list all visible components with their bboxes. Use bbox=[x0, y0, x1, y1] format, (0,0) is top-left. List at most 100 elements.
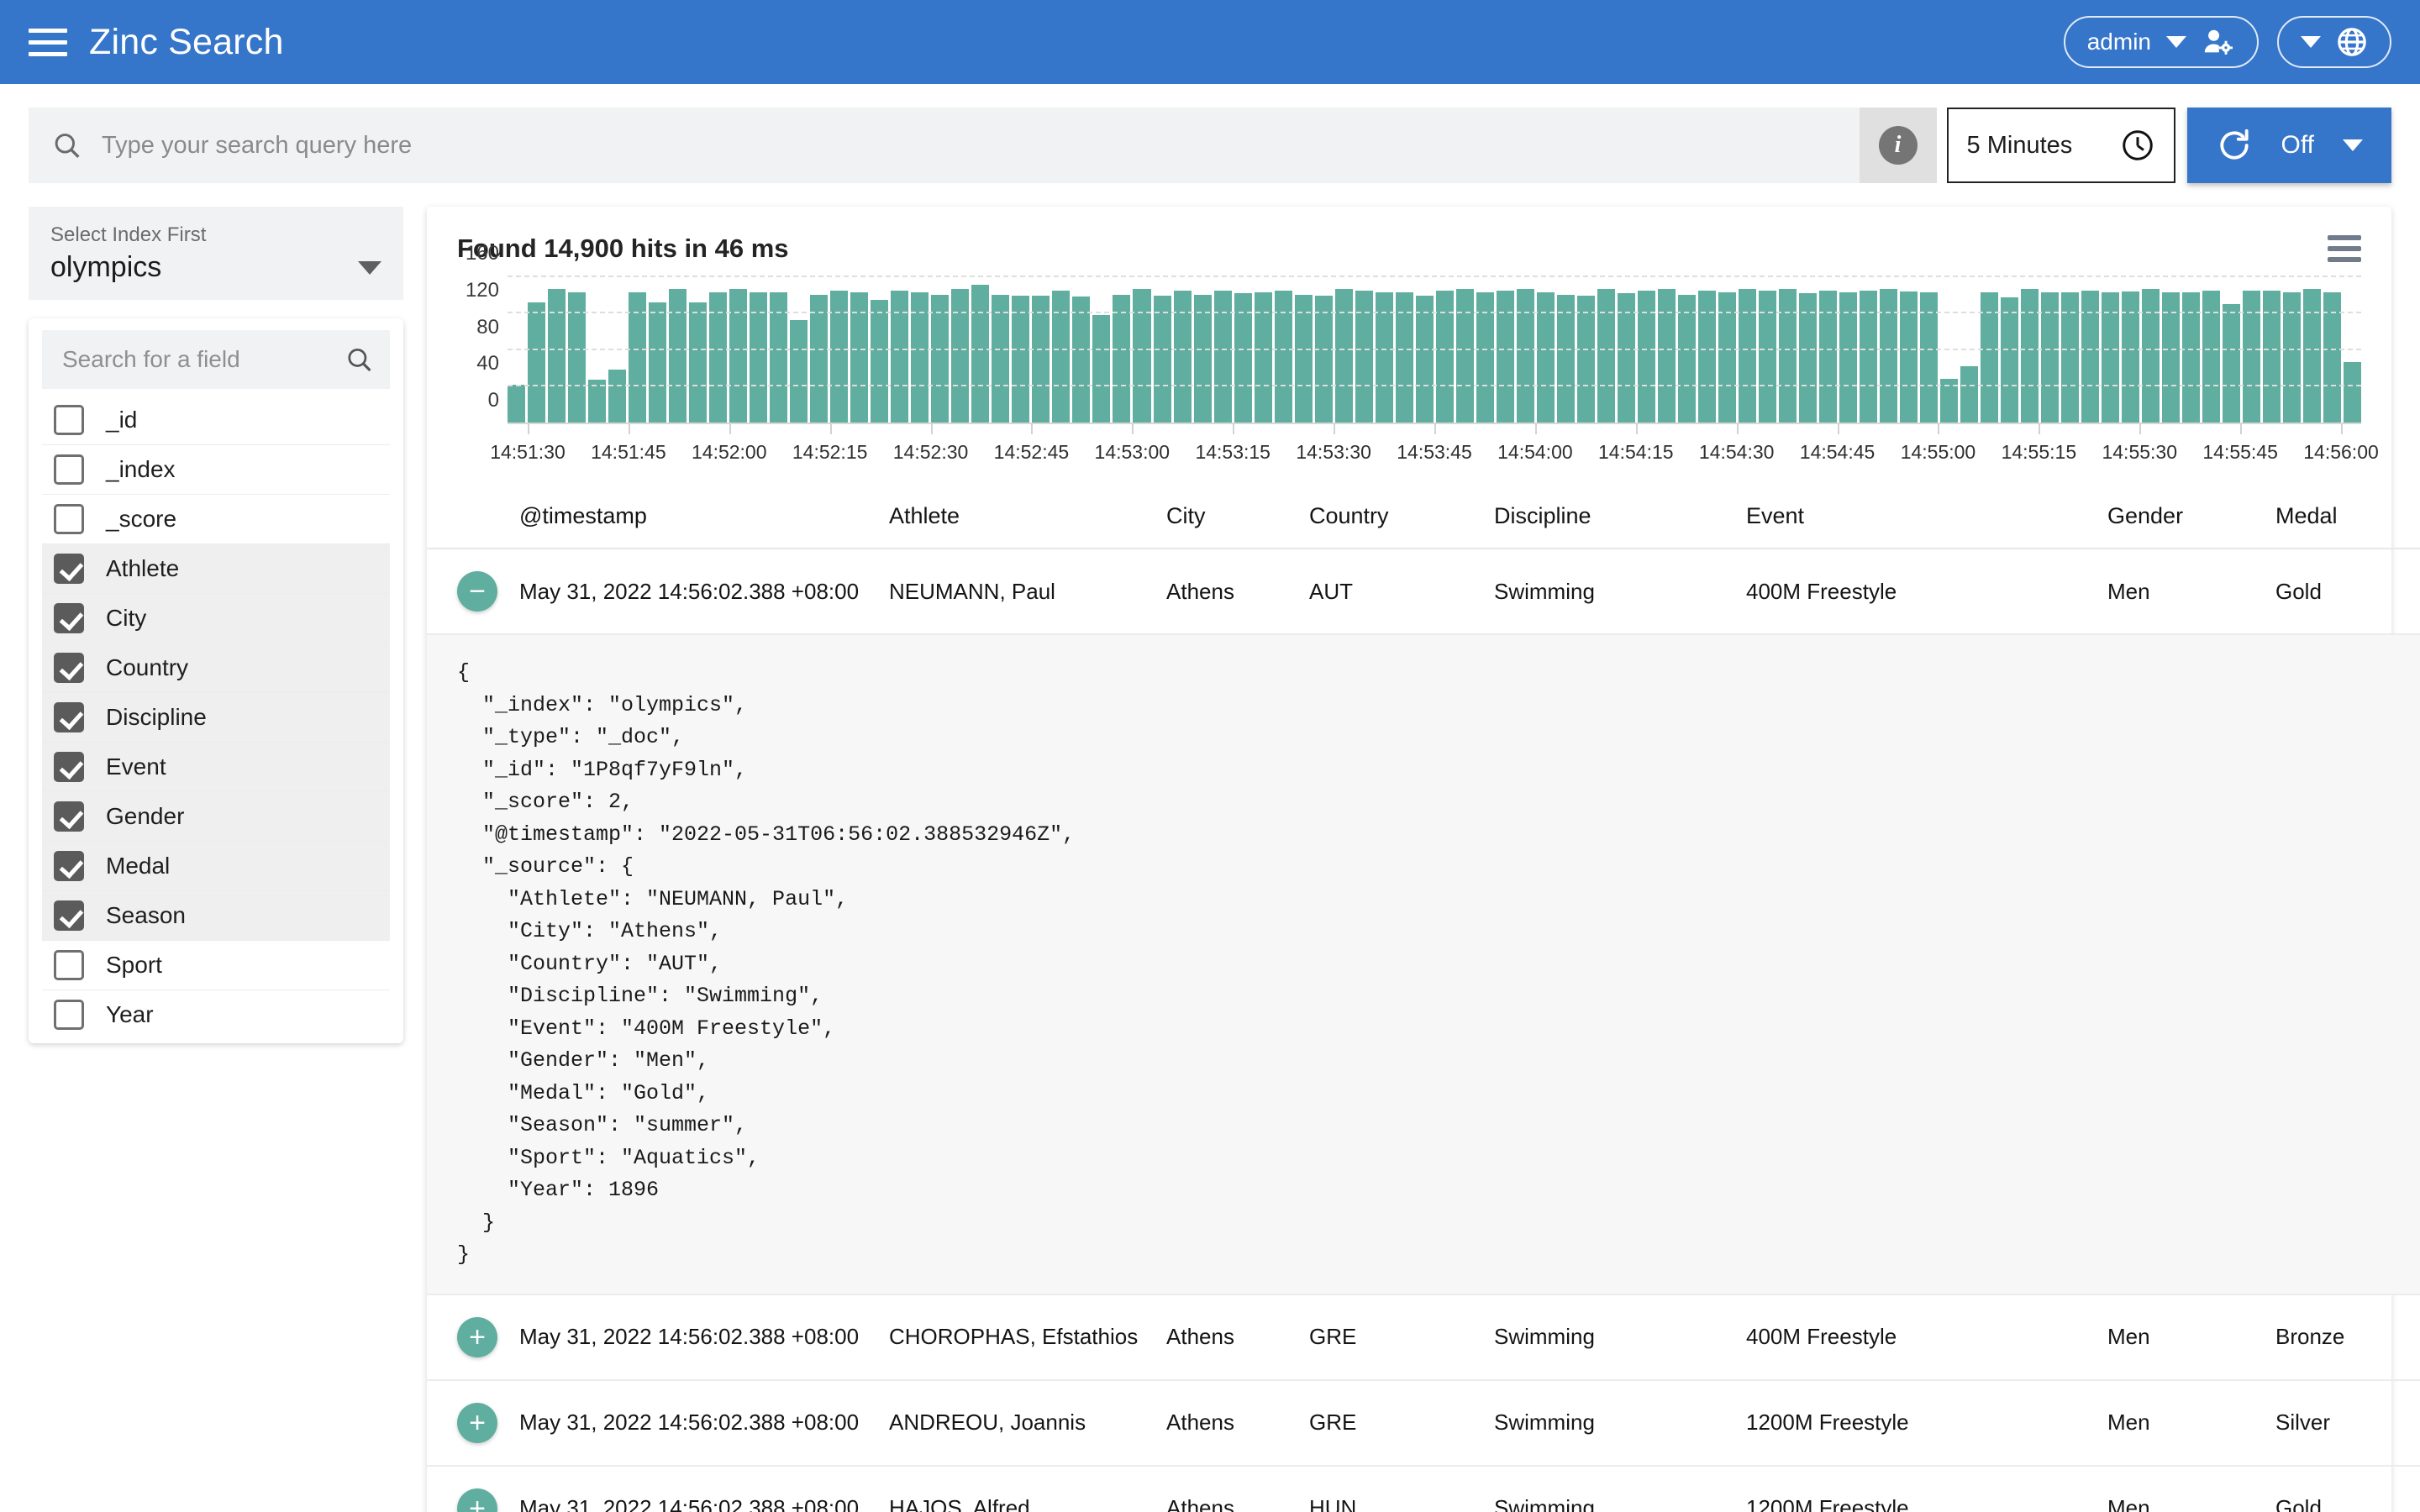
chart-bar[interactable] bbox=[528, 302, 546, 423]
chart-bar[interactable] bbox=[1496, 291, 1514, 423]
chart-bar[interactable] bbox=[1860, 291, 1878, 423]
expand-row-button[interactable]: + bbox=[457, 1488, 497, 1512]
chart-bar[interactable] bbox=[548, 289, 566, 423]
index-selector[interactable]: Select Index First olympics bbox=[29, 207, 403, 300]
chart-bar[interactable] bbox=[1052, 291, 1071, 423]
chart-bar[interactable] bbox=[992, 294, 1010, 423]
chart-bar[interactable] bbox=[1556, 294, 1575, 423]
field-checkbox[interactable] bbox=[54, 900, 84, 931]
chart-bar[interactable] bbox=[2021, 289, 2039, 423]
time-range-select[interactable]: 5 Minutes bbox=[1946, 108, 2175, 183]
chart-bar[interactable] bbox=[1032, 295, 1050, 423]
chart-bar[interactable] bbox=[1880, 289, 1898, 423]
field-row-id[interactable]: _id bbox=[42, 396, 390, 445]
col-gender[interactable]: Gender bbox=[2107, 485, 2275, 549]
chart-bar[interactable] bbox=[1173, 291, 1192, 423]
field-checkbox[interactable] bbox=[54, 553, 84, 584]
chart-bar[interactable] bbox=[2303, 289, 2322, 423]
field-row-gender[interactable]: Gender bbox=[42, 791, 390, 842]
chart-bar[interactable] bbox=[2081, 291, 2100, 423]
chart-bar[interactable] bbox=[1314, 295, 1333, 423]
col-city[interactable]: City bbox=[1166, 485, 1309, 549]
chart-bar[interactable] bbox=[729, 289, 748, 423]
table-row[interactable]: + May 31, 2022 14:56:02.388 +08:00 HAJOS, … bbox=[427, 1465, 2420, 1512]
chart-bar[interactable] bbox=[830, 291, 849, 423]
chevron-down-icon[interactable] bbox=[2343, 139, 2363, 151]
chart-bar[interactable] bbox=[2223, 304, 2241, 423]
col-medal[interactable]: Medal bbox=[2275, 485, 2420, 549]
chart-bar[interactable] bbox=[1274, 291, 1292, 423]
chart-bar[interactable] bbox=[951, 289, 970, 423]
chart-bar[interactable] bbox=[1012, 295, 1030, 423]
chart-bar[interactable] bbox=[1960, 365, 1979, 423]
chart-bar[interactable] bbox=[1415, 295, 1434, 423]
chart-bar[interactable] bbox=[1819, 291, 1838, 423]
field-search-input[interactable] bbox=[62, 345, 346, 373]
chart-bar[interactable] bbox=[931, 294, 950, 423]
field-checkbox[interactable] bbox=[54, 454, 84, 485]
field-checkbox[interactable] bbox=[54, 652, 84, 683]
chart-bar[interactable] bbox=[1334, 289, 1353, 423]
chart-bar[interactable] bbox=[1677, 294, 1696, 423]
chart-bar[interactable] bbox=[1294, 294, 1313, 423]
chart-bar[interactable] bbox=[1435, 291, 1454, 423]
chart-bar[interactable] bbox=[1113, 294, 1131, 423]
chart-bar[interactable] bbox=[790, 319, 808, 423]
chart-bar[interactable] bbox=[1657, 289, 1676, 423]
field-checkbox[interactable] bbox=[54, 949, 84, 980]
chart-bar[interactable] bbox=[649, 302, 667, 423]
field-row-year[interactable]: Year bbox=[42, 990, 390, 1040]
user-menu-button[interactable]: admin bbox=[2063, 16, 2259, 68]
chart-bar[interactable] bbox=[1738, 289, 1756, 423]
chart-bar[interactable] bbox=[2202, 291, 2221, 423]
chart-bar[interactable] bbox=[689, 302, 708, 423]
chart-bar[interactable] bbox=[1597, 289, 1615, 423]
field-row-event[interactable]: Event bbox=[42, 742, 390, 792]
field-search-wrapper[interactable] bbox=[42, 329, 390, 389]
chart-bar[interactable] bbox=[2142, 289, 2160, 423]
chart-bar[interactable] bbox=[1092, 315, 1111, 423]
chart-bar[interactable] bbox=[2263, 291, 2281, 423]
col-athlete[interactable]: Athlete bbox=[889, 485, 1166, 549]
chart-bar[interactable] bbox=[1355, 291, 1373, 423]
chart-bar[interactable] bbox=[971, 284, 990, 423]
chart-bar[interactable] bbox=[2001, 297, 2019, 423]
chart-bar[interactable] bbox=[891, 291, 909, 423]
expand-row-button[interactable]: + bbox=[457, 1316, 497, 1357]
field-row-medal[interactable]: Medal bbox=[42, 841, 390, 891]
chart-bar[interactable] bbox=[669, 289, 687, 423]
field-row-sport[interactable]: Sport bbox=[42, 941, 390, 990]
field-row-country[interactable]: Country bbox=[42, 643, 390, 693]
col-discipline[interactable]: Discipline bbox=[1494, 485, 1746, 549]
search-input[interactable] bbox=[102, 131, 1860, 160]
list-menu-icon[interactable] bbox=[2328, 235, 2361, 262]
table-row[interactable]: + May 31, 2022 14:56:02.388 +08:00 CHOROPH… bbox=[427, 1294, 2420, 1381]
field-checkbox[interactable] bbox=[54, 602, 84, 633]
chart-bar[interactable] bbox=[1072, 296, 1091, 423]
field-row-athlete[interactable]: Athlete bbox=[42, 543, 390, 594]
hamburger-icon[interactable] bbox=[29, 23, 67, 61]
field-row-city[interactable]: City bbox=[42, 593, 390, 643]
chart-bar[interactable] bbox=[1637, 291, 1655, 423]
collapse-row-button[interactable]: − bbox=[457, 571, 497, 612]
field-checkbox[interactable] bbox=[54, 503, 84, 534]
chart-bar[interactable] bbox=[2344, 361, 2362, 423]
field-row-season[interactable]: Season bbox=[42, 890, 390, 941]
chart-bar[interactable] bbox=[1516, 289, 1534, 423]
chart-bar[interactable] bbox=[1576, 295, 1595, 423]
chart-bar[interactable] bbox=[1455, 289, 1474, 423]
chart-bar[interactable] bbox=[2243, 291, 2261, 423]
field-row-score[interactable]: _score bbox=[42, 495, 390, 544]
chart-bar[interactable] bbox=[1213, 291, 1232, 423]
field-checkbox[interactable] bbox=[54, 751, 84, 782]
chart-bar[interactable] bbox=[810, 294, 829, 423]
chart-bar[interactable] bbox=[1133, 289, 1151, 423]
col-country[interactable]: Country bbox=[1309, 485, 1494, 549]
language-menu-button[interactable] bbox=[2277, 16, 2391, 68]
chart-bar[interactable] bbox=[1758, 291, 1776, 423]
refresh-button[interactable]: Off bbox=[2186, 108, 2391, 183]
field-row-discipline[interactable]: Discipline bbox=[42, 692, 390, 743]
table-row[interactable]: + May 31, 2022 14:56:02.388 +08:00 ANDREOU… bbox=[427, 1379, 2420, 1467]
search-field-wrapper[interactable] bbox=[29, 108, 1860, 183]
field-checkbox[interactable] bbox=[54, 850, 84, 881]
